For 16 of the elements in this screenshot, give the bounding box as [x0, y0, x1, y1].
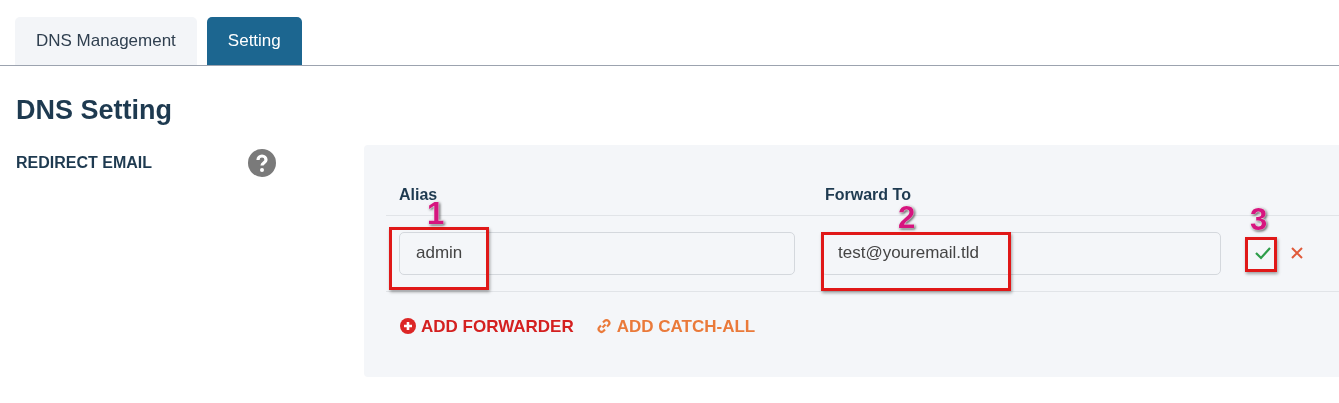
callout-number: 3: [1250, 204, 1268, 235]
page-title: DNS Setting: [16, 94, 173, 127]
check-icon: [1254, 246, 1272, 260]
help-icon[interactable]: [248, 148, 276, 177]
close-icon: [1291, 247, 1303, 259]
add-forwarder-link[interactable]: ADD FORWARDER: [400, 313, 574, 339]
plus-circle-icon: [400, 318, 416, 335]
section-label: REDIRECT EMAIL: [16, 152, 153, 173]
callout-box: [1245, 237, 1277, 272]
callout-number: 2: [898, 202, 916, 233]
tab[interactable]: DNS Management: [15, 17, 197, 65]
alias-field[interactable]: admin: [399, 231, 795, 275]
link-icon: [595, 318, 612, 335]
column-header: Alias: [399, 184, 438, 203]
column-header: Forward To: [825, 184, 911, 205]
tab[interactable]: Setting: [206, 17, 302, 65]
